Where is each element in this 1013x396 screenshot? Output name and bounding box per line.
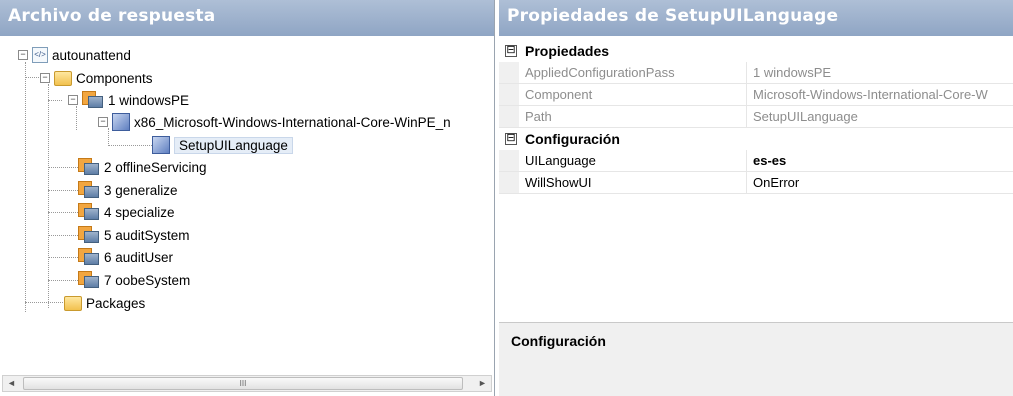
collapse-icon[interactable]: − [68,95,78,105]
answer-file-pane: Archivo de respuesta − </> autounattend … [0,0,495,396]
config-pass-icon [78,203,100,221]
config-pass-icon [82,91,104,109]
config-pass-icon [78,271,100,289]
tree-node-components[interactable]: − Components [40,67,153,89]
tree-node-pass-oobesystem[interactable]: 7 oobeSystem [78,269,190,291]
folder-icon [64,295,82,311]
answer-file-pane-title: Archivo de respuesta [0,0,494,36]
property-value: 1 windowsPE [753,65,832,80]
property-value: Microsoft-Windows-International-Core-W [753,87,988,102]
selected-node-label: SetupUILanguage [174,136,293,154]
property-value-input[interactable]: es-es [747,150,1013,171]
property-grid: ⊟ Propiedades AppliedConfigurationPass 1… [499,40,1013,316]
folder-icon [54,70,72,86]
property-value-input[interactable]: OnError [747,172,1013,193]
tree-node-pass-generalize[interactable]: 3 generalize [78,179,178,201]
property-row[interactable]: Component Microsoft-Windows-Internationa… [499,84,1013,106]
tree-node-autounattend[interactable]: − </> autounattend [18,44,131,66]
tree-node-component[interactable]: − x86_Microsoft-Windows-International-Co… [98,111,451,133]
property-name: Component [519,84,747,105]
category-propiedades[interactable]: ⊟ Propiedades [499,40,1013,62]
component-icon [112,113,130,131]
tree-node-pass-offlineservicing[interactable]: 2 offlineServicing [78,156,207,178]
property-row[interactable]: AppliedConfigurationPass 1 windowsPE [499,62,1013,84]
scroll-left-arrow-icon[interactable]: ◄ [3,376,20,391]
config-pass-icon [78,226,100,244]
description-title: Configuración [511,333,606,349]
properties-pane: Propiedades de SetupUILanguage ⊟ Propied… [499,0,1013,396]
collapse-category-icon[interactable]: ⊟ [505,133,517,145]
property-name: UILanguage [519,150,747,171]
tree-node-pass-audituser[interactable]: 6 auditUser [78,246,173,268]
tree-node-pass-specialize[interactable]: 4 specialize [78,201,175,223]
config-pass-icon [78,158,100,176]
config-pass-icon [78,181,100,199]
tree-node-pass-auditsystem[interactable]: 5 auditSystem [78,224,190,246]
tree-node-setupuilanguage[interactable]: SetupUILanguage [152,134,293,156]
property-name: Path [519,106,747,127]
scroll-right-arrow-icon[interactable]: ► [474,376,491,391]
property-row[interactable]: WillShowUI OnError [499,172,1013,194]
category-configuracion[interactable]: ⊟ Configuración [499,128,1013,150]
property-value: SetupUILanguage [753,109,858,124]
answer-file-tree: − </> autounattend − Components − 1 wind… [0,40,494,375]
collapse-category-icon[interactable]: ⊟ [505,45,517,57]
property-row[interactable]: UILanguage es-es [499,150,1013,172]
tree-node-packages[interactable]: Packages [64,292,145,314]
tree-node-pass-windowspe[interactable]: − 1 windowsPE [68,89,189,111]
property-name: AppliedConfigurationPass [519,62,747,83]
property-row[interactable]: Path SetupUILanguage [499,106,1013,128]
xml-file-icon: </> [32,47,48,63]
horizontal-scrollbar[interactable]: ◄ III ► [2,375,492,392]
collapse-icon[interactable]: − [40,73,50,83]
properties-pane-title: Propiedades de SetupUILanguage [499,0,1013,36]
config-pass-icon [78,248,100,266]
property-name: WillShowUI [519,172,747,193]
description-panel: Configuración [499,322,1013,396]
collapse-icon[interactable]: − [18,50,28,60]
scrollbar-thumb[interactable]: III [23,377,463,390]
setting-icon [152,136,170,154]
collapse-icon[interactable]: − [98,117,108,127]
